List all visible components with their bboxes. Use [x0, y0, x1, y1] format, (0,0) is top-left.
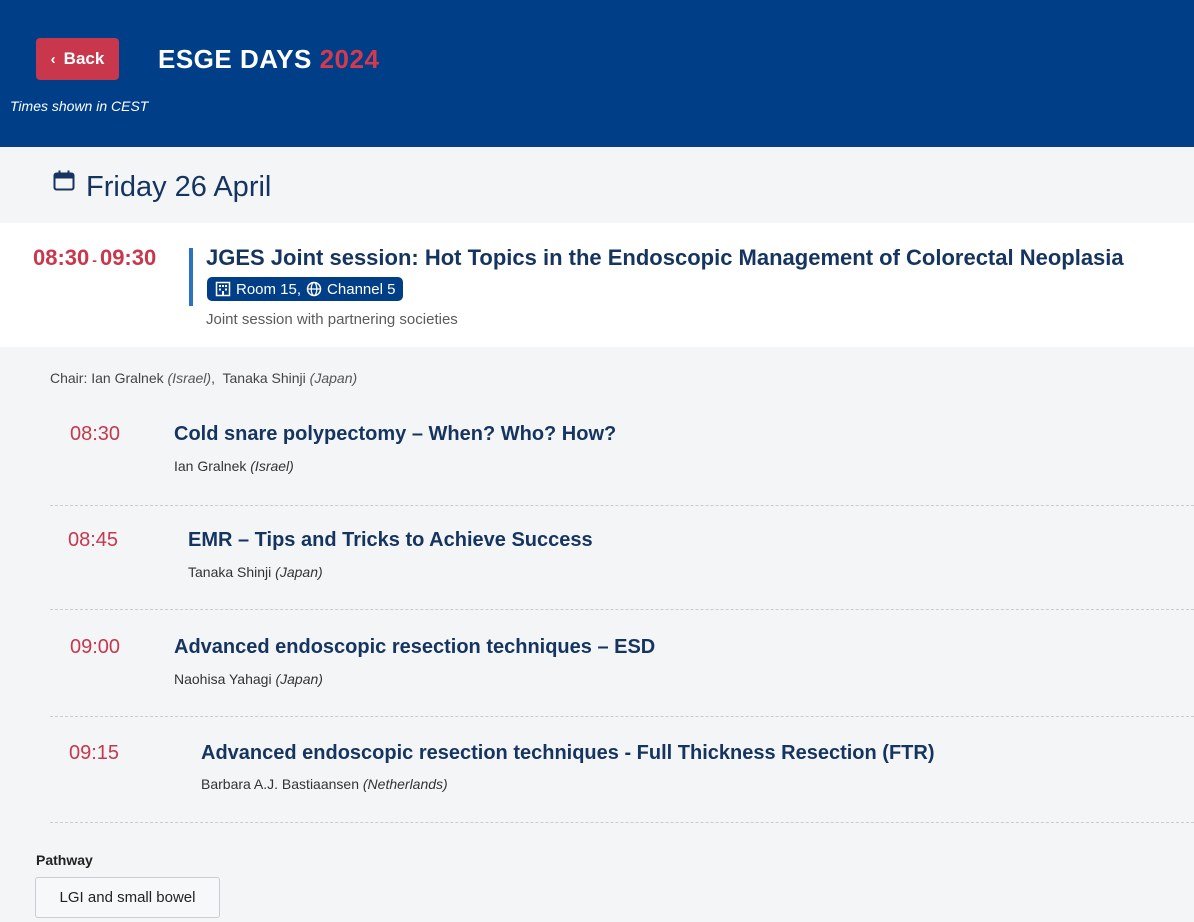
speaker-country: (Japan): [275, 564, 323, 580]
talk-time: 09:15: [69, 742, 120, 764]
timezone-note: Times shown in CEST: [10, 98, 149, 114]
session-time: 08:30-09:30: [33, 245, 156, 271]
building-icon: [215, 281, 231, 297]
speaker-name: Naohisa Yahagi: [174, 671, 272, 687]
talk-speaker: Ian Gralnek (Israel): [174, 458, 294, 474]
brand-name: ESGE DAYS: [158, 44, 312, 74]
talk-title[interactable]: Cold snare polypectomy – When? Who? How?: [174, 423, 616, 446]
speaker-name: Barbara A.J. Bastiaansen: [201, 776, 359, 792]
app-header: ‹ Back ESGE DAYS 2024 Times shown in CES…: [0, 0, 1194, 147]
room-label: Room 15,: [236, 280, 302, 298]
pathway-label: Pathway: [36, 852, 93, 868]
session-chairs: Chair: Ian Gralnek (Israel), Tanaka Shin…: [50, 370, 357, 386]
chevron-left-icon: ‹: [50, 50, 56, 68]
back-button[interactable]: ‹ Back: [36, 38, 119, 80]
speaker-country: (Netherlands): [362, 776, 448, 792]
talk-item[interactable]: 09:15 Advanced endoscopic resection tech…: [50, 717, 1194, 823]
session-time-separator: -: [92, 252, 97, 268]
day-header: Friday 26 April: [0, 147, 1194, 223]
talk-title[interactable]: EMR – Tips and Tricks to Achieve Success: [188, 529, 593, 552]
brand-logo: ESGE DAYS 2024: [158, 44, 379, 75]
day-title: Friday 26 April: [86, 171, 272, 203]
chair-label: Chair:: [50, 370, 88, 386]
speaker-name: Tanaka Shinji: [188, 564, 272, 580]
speaker-name: Ian Gralnek: [174, 458, 247, 474]
channel-label: Channel 5: [327, 280, 396, 298]
session-time-end: 09:30: [99, 245, 157, 270]
talk-title[interactable]: Advanced endoscopic resection techniques…: [174, 636, 655, 659]
talk-item[interactable]: 08:30 Cold snare polypectomy – When? Who…: [50, 400, 1194, 506]
chair-country: (Israel): [167, 370, 212, 386]
talk-item[interactable]: 09:00 Advanced endoscopic resection tech…: [50, 610, 1194, 717]
talk-speaker: Barbara A.J. Bastiaansen (Netherlands): [201, 776, 448, 792]
talk-speaker: Tanaka Shinji (Japan): [188, 564, 323, 580]
chair-country: (Japan): [309, 370, 358, 386]
session-accent-bar: [189, 248, 193, 306]
chair-name: Tanaka Shinji: [222, 370, 306, 386]
session-title[interactable]: JGES Joint session: Hot Topics in the En…: [206, 245, 1124, 271]
talk-item[interactable]: 08:45 EMR – Tips and Tricks to Achieve S…: [50, 506, 1194, 610]
talk-time: 08:45: [68, 529, 119, 551]
session-card[interactable]: 08:30-09:30 JGES Joint session: Hot Topi…: [0, 223, 1194, 347]
talk-time: 08:30: [70, 423, 121, 445]
back-button-label: Back: [63, 49, 105, 68]
pathway-tag[interactable]: LGI and small bowel: [35, 877, 220, 918]
calendar-icon: [53, 170, 75, 191]
talk-speaker: Naohisa Yahagi (Japan): [174, 671, 323, 687]
globe-icon: [306, 281, 322, 297]
talk-title[interactable]: Advanced endoscopic resection techniques…: [201, 742, 935, 765]
brand-year: 2024: [319, 44, 380, 74]
session-subtitle: Joint session with partnering societies: [206, 311, 458, 328]
chair-name: Ian Gralnek: [91, 370, 164, 386]
room-badge: Room 15, Channel 5: [207, 277, 404, 301]
speaker-country: (Israel): [250, 458, 294, 474]
talk-time: 09:00: [70, 636, 121, 658]
chair-separator: ,: [211, 370, 215, 386]
session-time-start: 08:30: [33, 245, 90, 270]
speaker-country: (Japan): [275, 671, 323, 687]
